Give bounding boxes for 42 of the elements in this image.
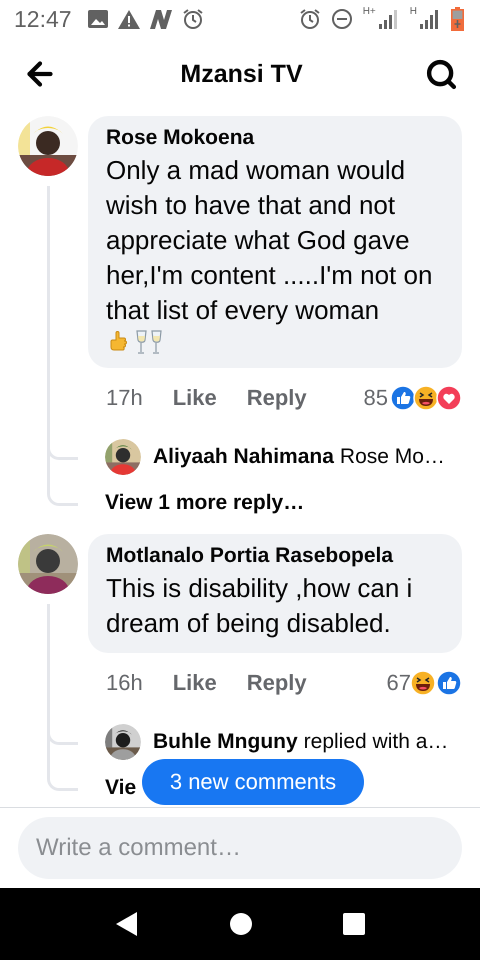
view-replies-link[interactable]: Vie (105, 776, 136, 800)
comment-author[interactable]: Motlanalo Portia Rasebopela (106, 544, 446, 568)
comment-time: 17h (106, 385, 143, 411)
back-nav-icon[interactable] (115, 911, 139, 937)
reply-preview-text: Rose Mo… (340, 445, 445, 469)
like-reaction-icon (436, 670, 462, 696)
search-button[interactable] (425, 58, 458, 90)
reply-author[interactable]: Buhle Mnguny (153, 730, 298, 754)
status-time: 12:47 (14, 6, 72, 32)
like-button[interactable]: Like (172, 385, 217, 411)
do-not-disturb-icon (330, 8, 353, 30)
comment-author[interactable]: Rose Mokoena (106, 126, 446, 150)
like-reaction-icon (390, 385, 416, 411)
signal-icon (378, 9, 400, 29)
home-nav-icon[interactable] (229, 912, 253, 936)
signal-icon (419, 9, 441, 29)
page-title: Mzansi TV (179, 60, 304, 88)
battery-icon (451, 7, 464, 31)
image-icon (88, 10, 108, 28)
warning-icon (118, 10, 140, 28)
reply-button[interactable]: Reply (246, 385, 307, 411)
reply-author[interactable]: Aliyaah Nahimana (153, 445, 334, 469)
comment-text: This is disability ,how can i dream of being disabled. (106, 572, 414, 640)
network-type-label: H (410, 6, 417, 17)
champagne-glasses-icon (134, 328, 164, 356)
laughing-reaction-icon (410, 670, 436, 696)
reaction-count: 85 (364, 385, 388, 411)
alarm-icon (298, 8, 321, 30)
new-comments-button[interactable]: 3 new comments (142, 759, 364, 805)
n-icon (150, 10, 172, 28)
reaction-count: 67 (386, 670, 411, 696)
like-button[interactable]: Like (172, 670, 217, 696)
reply-button[interactable]: Reply (246, 670, 307, 696)
alarm-icon (182, 8, 204, 30)
comment-time: 16h (106, 670, 143, 696)
reply-preview-text: replied with a… (304, 730, 448, 754)
heart-reaction-icon (436, 385, 462, 411)
network-type-label: H+ (362, 6, 376, 17)
view-replies-link[interactable]: View 1 more reply… (105, 491, 304, 515)
laughing-reaction-icon (413, 385, 439, 411)
comment-input[interactable]: Write a comment… (18, 817, 462, 879)
comment-text: Only a mad woman would wish to have that and not appreciate what God gave her,I'm content .....I'm not on that list of every woman (106, 154, 434, 327)
